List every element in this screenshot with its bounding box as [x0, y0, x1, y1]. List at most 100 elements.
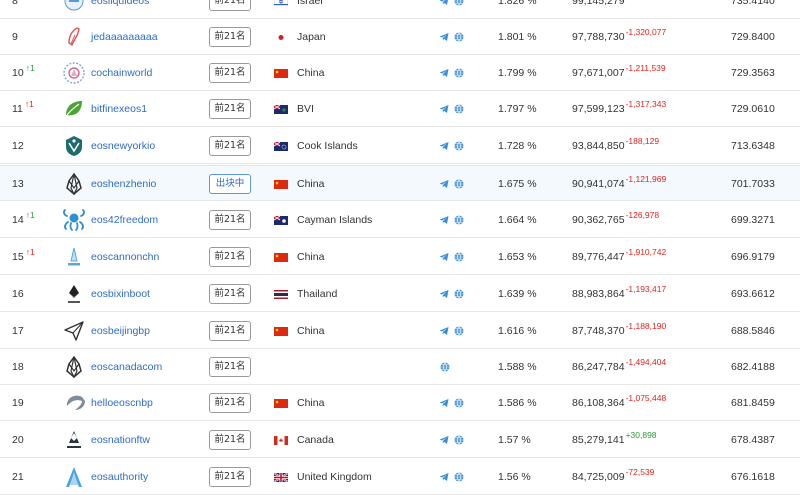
vote-percentage: 1.616 %	[498, 325, 537, 337]
vote-count-cell: 90,362,765-126,978	[572, 202, 659, 238]
globe-icon[interactable]	[454, 398, 464, 408]
globe-icon[interactable]	[454, 252, 464, 262]
feather-icon	[62, 25, 86, 49]
globe-icon[interactable]	[454, 0, 464, 6]
telegram-icon[interactable]	[439, 326, 449, 336]
daily-reward: 681.8459	[731, 397, 775, 409]
country-label: Cook Islands	[297, 140, 358, 152]
status-badge: 出块中	[209, 174, 251, 194]
paper-plane-icon	[62, 319, 86, 343]
vote-count: 97,599,123	[572, 103, 625, 115]
country-label: China	[297, 397, 325, 409]
producer-name-link[interactable]: cochainworld	[91, 55, 152, 91]
telegram-icon[interactable]	[439, 68, 449, 78]
telegram-icon[interactable]	[439, 252, 449, 262]
globe-icon[interactable]	[454, 472, 464, 482]
table-row[interactable]: 18 eoscanadacom 前21名 1.588 % 86,247,784-1,49…	[0, 349, 800, 385]
authority-icon	[62, 465, 86, 489]
flag-china-icon	[274, 180, 288, 189]
producer-name-link[interactable]: eosauthority	[91, 459, 148, 495]
table-row[interactable]: 20 eosnationftw 前21名 Canada 1.57 % 85,279,141…	[0, 422, 800, 458]
daily-reward: 729.0610	[731, 103, 775, 115]
globe-icon[interactable]	[454, 68, 464, 78]
producer-name-link[interactable]: jedaaaaaaaaa	[91, 19, 158, 55]
flag-china-icon	[274, 327, 288, 336]
globe-icon[interactable]	[454, 435, 464, 445]
table-row[interactable]: 19 helloeoscnbp 前21名 China 1.586 % 86,108,364…	[0, 385, 800, 421]
daily-reward: 688.5846	[731, 325, 775, 337]
producer-name-link[interactable]: eoscannonchn	[91, 239, 159, 275]
table-row[interactable]: 15 ↑1 eoscannonchn 前21名 China 1.653 % 89,776,4…	[0, 239, 800, 275]
rank-cell: 15 ↑1	[12, 239, 35, 275]
telegram-icon[interactable]	[439, 0, 449, 6]
globe-icon[interactable]	[454, 141, 464, 151]
globe-icon[interactable]	[454, 215, 464, 225]
globe-icon[interactable]	[454, 32, 464, 42]
producer-name-link[interactable]: eosbixinboot	[91, 276, 150, 312]
telegram-icon[interactable]	[439, 104, 449, 114]
rank-cell: 14 ↑1	[12, 202, 35, 238]
status-badge: 前21名	[209, 393, 251, 413]
vote-percentage: 1.57 %	[498, 434, 531, 446]
flag-china-icon	[274, 399, 288, 408]
producer-name-link[interactable]: eoscanadacom	[91, 349, 162, 385]
globe-icon[interactable]	[454, 179, 464, 189]
table-row[interactable]: 14 ↑1 eos42freedom 前21名 Cayman Islands 1.664 …	[0, 202, 800, 238]
producer-name-link[interactable]: eosliquideos	[91, 0, 149, 19]
vote-percentage: 1.653 %	[498, 251, 537, 263]
table-row[interactable]: 13 eoshenzhenio 出块中 China 1.675 % 90,941,074-…	[0, 165, 800, 201]
table-row[interactable]: 12 eosnewyorkio 前21名 Cook Islands 1.728 % 93,…	[0, 128, 800, 164]
flag-bvi-icon	[274, 105, 288, 114]
vote-count: 84,725,009	[572, 471, 625, 483]
telegram-icon[interactable]	[439, 398, 449, 408]
table-row[interactable]: 11 ↑1 bitfinexeos1 前21名 BVI 1.797 % 97,599,123…	[0, 91, 800, 127]
vote-change: -1,320,077	[625, 27, 667, 37]
vote-count-cell: 90,941,074-1,121,969	[572, 166, 666, 202]
rank-number: 21	[12, 471, 24, 483]
country-label: China	[297, 325, 325, 337]
daily-reward: 676.1618	[731, 471, 775, 483]
producer-name-link[interactable]: eosnewyorkio	[91, 128, 155, 164]
producer-name-link[interactable]: eos42freedom	[91, 202, 158, 238]
telegram-icon[interactable]	[439, 32, 449, 42]
telegram-icon[interactable]	[439, 141, 449, 151]
vote-count: 86,247,784	[572, 361, 625, 373]
globe-icon[interactable]	[454, 326, 464, 336]
producer-name-link[interactable]: eoshenzhenio	[91, 166, 156, 202]
vote-percentage: 1.797 %	[498, 103, 537, 115]
telegram-icon[interactable]	[439, 215, 449, 225]
globe-icon[interactable]	[454, 104, 464, 114]
vote-change: -1,075,448	[625, 393, 667, 403]
table-row[interactable]: 16 eosbixinboot 前21名 Thailand 1.639 % 88,983,…	[0, 276, 800, 312]
globe-icon[interactable]	[440, 362, 450, 372]
table-row[interactable]: 21 eosauthority 前21名 United Kingdom 1.56 % 84…	[0, 459, 800, 495]
table-row[interactable]: 9 jedaaaaaaaaa 前21名 Japan 1.801 % 97,788,730-…	[0, 19, 800, 55]
vote-percentage: 1.728 %	[498, 140, 537, 152]
producer-name-link[interactable]: helloeoscnbp	[91, 385, 153, 421]
rank-number: 8	[12, 0, 18, 7]
daily-reward: 729.8400	[731, 31, 775, 43]
telegram-icon[interactable]	[439, 179, 449, 189]
status-badge: 前21名	[209, 284, 251, 304]
telegram-icon[interactable]	[439, 435, 449, 445]
rank-change: ↑1	[25, 247, 35, 257]
producer-name-link[interactable]: eosbeijingbp	[91, 313, 150, 349]
eos-icon	[62, 355, 86, 379]
rank-cell: 12	[12, 128, 24, 164]
circle-ring-icon	[62, 61, 86, 85]
daily-reward: 678.4387	[731, 434, 775, 446]
table-row[interactable]: 17 eosbeijingbp 前21名 China 1.616 % 87,748,370…	[0, 313, 800, 349]
vote-percentage: 1.675 %	[498, 178, 537, 190]
rank-number: 15	[12, 251, 24, 263]
status-badge: 前21名	[209, 247, 251, 267]
telegram-icon[interactable]	[439, 472, 449, 482]
producer-name-link[interactable]: bitfinexeos1	[91, 91, 147, 127]
vote-change: -1,188,190	[625, 321, 667, 331]
rank-number: 20	[12, 434, 24, 446]
table-row[interactable]: 10 ↑1 cochainworld 前21名 China 1.799 % 97,671,0…	[0, 55, 800, 91]
vote-count-cell: 99,145,279-1,041,032	[572, 0, 666, 19]
table-row[interactable]: 8 eosliquideos 前21名 Israel 1.826 % 99,145,279…	[0, 0, 800, 19]
globe-icon[interactable]	[454, 289, 464, 299]
telegram-icon[interactable]	[439, 289, 449, 299]
producer-name-link[interactable]: eosnationftw	[91, 422, 150, 458]
